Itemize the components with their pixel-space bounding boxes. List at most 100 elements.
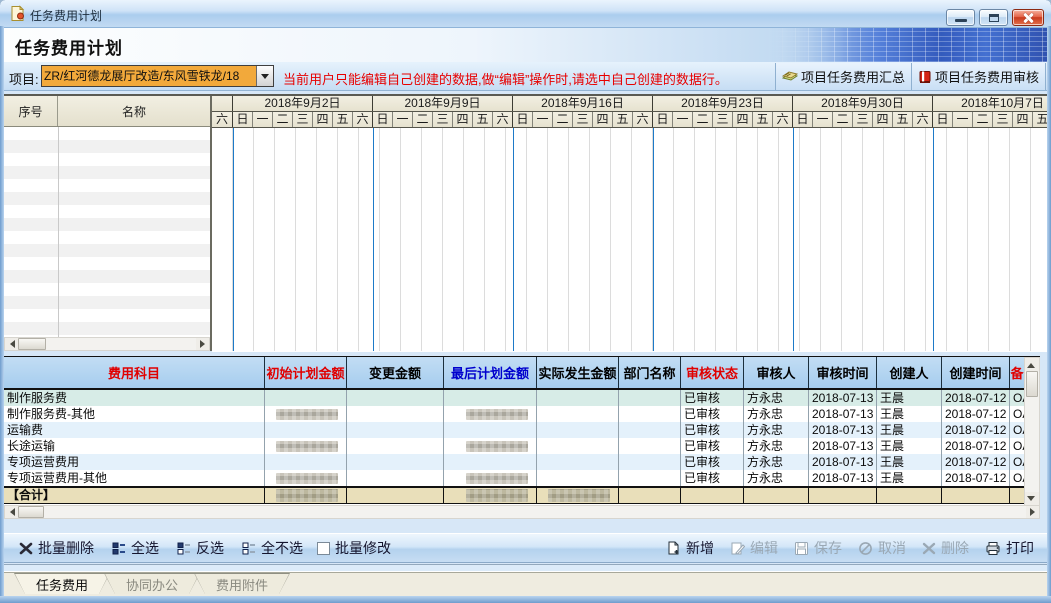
cancel-icon: [858, 541, 873, 556]
column-header-8[interactable]: 审核人: [744, 357, 809, 388]
toolbar-button-label: 新增: [686, 538, 714, 558]
gantt-day-cell: 三: [993, 112, 1013, 127]
gantt-week-gridline: [933, 128, 934, 351]
toolbar-button-print[interactable]: 打印: [985, 538, 1034, 558]
column-header-12[interactable]: 备: [1010, 357, 1025, 388]
tab-任务费用[interactable]: 任务费用: [14, 573, 110, 594]
new-icon: [666, 541, 681, 556]
column-header-2[interactable]: 初始计划金额: [265, 357, 347, 388]
toolbar-button-label: 批量修改: [335, 538, 391, 558]
gantt-day-cell: 三: [293, 112, 313, 127]
task-list-hscroll-thumb[interactable]: [18, 338, 46, 350]
toolbar-button[interactable]: 反选: [177, 538, 224, 558]
toolbar-button-cancel[interactable]: 取消: [858, 538, 906, 558]
toolbar-button[interactable]: 批量删除: [19, 538, 94, 558]
table-row[interactable]: 制作服务费-其他已审核方永忠2018-07-13王晨2018-07-12OA: [4, 406, 1040, 422]
scroll-right-icon[interactable]: [196, 338, 209, 350]
window-frame-bottom: [0, 596, 1051, 603]
chevron-down-icon[interactable]: [256, 66, 273, 86]
total-cell-money3: [444, 488, 537, 503]
cell-money2: [347, 470, 444, 486]
total-cell-creator: [877, 488, 942, 503]
toolbar-button-save[interactable]: 保存: [794, 538, 842, 558]
toolbar-button-edit[interactable]: 编辑: [730, 538, 778, 558]
toolbar-button-label: 打印: [1006, 538, 1034, 558]
window-frame-right: [1047, 26, 1051, 603]
column-header-1[interactable]: 费用科目: [4, 357, 265, 388]
cell-audit_time: 2018-07-13: [809, 406, 877, 422]
cell-audit_time: 2018-07-13: [809, 454, 877, 470]
project-cost-audit-button[interactable]: 项目任务费用审核: [912, 63, 1046, 90]
cost-table-hscrollbar[interactable]: [4, 505, 1040, 519]
restore-button[interactable]: [979, 9, 1008, 26]
batch-modify-checkbox[interactable]: [317, 542, 330, 555]
cost-table-vscroll-thumb[interactable]: [1026, 371, 1038, 397]
gantt-week-gridline: [653, 128, 654, 351]
gantt-week-label: 2018年9月9日: [373, 96, 513, 111]
gantt-day-cell: 四: [733, 112, 753, 127]
gantt-week-label: 2018年9月30日: [793, 96, 933, 111]
cell-remark: OA: [1010, 470, 1025, 486]
cell-status: 已审核: [681, 422, 744, 438]
project-select[interactable]: ZR/红河德龙展厅改造/东风雪铁龙/18: [41, 65, 274, 87]
project-cost-summary-button[interactable]: 项目任务费用汇总: [776, 63, 912, 90]
cost-table-hscroll-thumb[interactable]: [18, 506, 44, 518]
delete-icon: [922, 542, 936, 555]
scroll-down-icon[interactable]: [1025, 492, 1039, 505]
column-header-9[interactable]: 审核时间: [809, 357, 877, 388]
cell-create_time: 2018-07-12: [942, 390, 1010, 406]
column-header-5[interactable]: 实际发生金额: [537, 357, 619, 388]
table-row[interactable]: 专项运营费用已审核方永忠2018-07-13王晨2018-07-12OA: [4, 454, 1040, 470]
scroll-up-icon[interactable]: [1025, 358, 1039, 371]
edit-warning-text: 当前用户只能编辑自己创建的数据,做“编辑”操作时,请选中自己创建的数据行。: [283, 69, 728, 88]
column-header-10[interactable]: 创建人: [877, 357, 942, 388]
column-header-3[interactable]: 变更金额: [347, 357, 444, 388]
building-artwork: [769, 28, 1047, 62]
cell-create_time: 2018-07-12: [942, 422, 1010, 438]
scroll-left-icon[interactable]: [5, 506, 18, 518]
cell-status: 已审核: [681, 390, 744, 406]
batch-delete-icon: [19, 542, 33, 555]
toolbar-button[interactable]: 全选: [112, 538, 159, 558]
cell-create_time: 2018-07-12: [942, 406, 1010, 422]
table-row[interactable]: 制作服务费已审核方永忠2018-07-13王晨2018-07-12OA: [4, 390, 1040, 406]
gantt-day-cell: 四: [1013, 112, 1033, 127]
tab-协同办公[interactable]: 协同办公: [104, 573, 200, 594]
cell-money2: [347, 406, 444, 422]
column-header-4[interactable]: 最后计划金额: [444, 357, 537, 388]
task-list-hscrollbar[interactable]: [4, 337, 210, 351]
toolbar-button-delete[interactable]: 删除: [922, 538, 969, 558]
batch-modify-toggle[interactable]: 批量修改: [317, 538, 391, 558]
cell-remark: OA: [1010, 406, 1025, 422]
toolbar-button-label: 批量删除: [38, 538, 94, 558]
cost-table-vscrollbar[interactable]: [1024, 357, 1040, 506]
total-cell-audit_time: [809, 488, 877, 503]
cell-creator: 王晨: [877, 470, 942, 486]
toolbar-button[interactable]: 全不选: [242, 538, 303, 558]
toolbar-button-label: 全不选: [261, 538, 303, 558]
gantt-day-cell: 六: [493, 112, 513, 127]
cell-money3: [444, 438, 537, 454]
table-row[interactable]: 长途运输已审核方永忠2018-07-13王晨2018-07-12OA: [4, 438, 1040, 454]
column-header-6[interactable]: 部门名称: [619, 357, 681, 388]
cell-money4: [537, 470, 619, 486]
cell-creator: 王晨: [877, 406, 942, 422]
gantt-body[interactable]: [212, 128, 1047, 351]
tab-费用附件[interactable]: 费用附件: [194, 573, 290, 594]
header-buttons: 项目任务费用汇总 项目任务费用审核: [775, 63, 1046, 90]
cell-money2: [347, 390, 444, 406]
table-row[interactable]: 运输费已审核方永忠2018-07-13王晨2018-07-12OA: [4, 422, 1040, 438]
column-header-11[interactable]: 创建时间: [942, 357, 1010, 388]
gantt-day-cell: 四: [453, 112, 473, 127]
column-header-7[interactable]: 审核状态: [681, 357, 744, 388]
cell-subject: 长途运输: [4, 438, 265, 454]
scroll-left-icon[interactable]: [5, 338, 18, 350]
minimize-button[interactable]: [946, 9, 975, 26]
gantt-day-cell: 三: [433, 112, 453, 127]
toolbar-button-label: 全选: [131, 538, 159, 558]
close-button[interactable]: [1012, 9, 1044, 26]
table-row[interactable]: 专项运营费用-其他已审核方永忠2018-07-13王晨2018-07-12OA: [4, 470, 1040, 486]
scroll-right-icon[interactable]: [1026, 506, 1039, 518]
toolbar-button-new[interactable]: 新增: [666, 538, 714, 558]
task-list-body[interactable]: [4, 127, 210, 337]
